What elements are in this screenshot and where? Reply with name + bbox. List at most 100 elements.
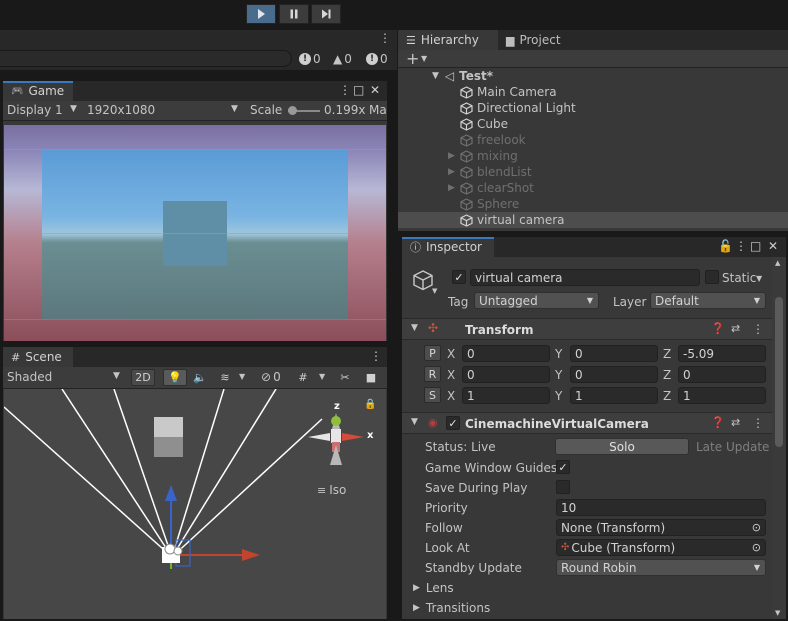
maximize-icon[interactable]: □ — [353, 83, 364, 97]
rotation-x-field[interactable]: 0 — [462, 366, 550, 383]
camera-settings[interactable]: ■ — [359, 369, 383, 386]
scene-root[interactable]: ▼ ◁ Test* — [398, 68, 788, 84]
priority-field[interactable]: 10 — [556, 499, 766, 516]
tab-hierarchy[interactable]: ☰ Hierarchy — [398, 30, 498, 50]
fold-right-icon[interactable]: ▶ — [448, 167, 460, 177]
more-icon[interactable]: ⋮ — [752, 322, 764, 336]
scale-z-field[interactable]: 1 — [678, 387, 766, 404]
fold-right-icon[interactable]: ▶ — [448, 183, 460, 193]
add-icon[interactable]: + — [406, 49, 419, 68]
game-window-guides-label: Game Window Guides — [425, 461, 558, 475]
active-checkbox[interactable]: ✓ — [452, 270, 466, 284]
solo-button[interactable]: Solo — [555, 438, 689, 455]
scrollbar-thumb[interactable] — [775, 297, 783, 447]
more-icon[interactable]: ⋮ — [379, 31, 391, 45]
rotation-y-field[interactable]: 0 — [570, 366, 658, 383]
shading-dropdown[interactable]: Shaded — [7, 370, 52, 384]
arrow-down-icon[interactable]: ▼ — [775, 609, 780, 617]
display-dropdown[interactable]: Display 1 — [7, 103, 63, 117]
hierarchy-item[interactable]: Sphere — [398, 196, 788, 212]
lighting-toggle[interactable]: 💡 — [163, 369, 187, 386]
preset-icon[interactable]: ⇄ — [731, 416, 740, 429]
hidden-objects-toggle[interactable]: ⊘ 0 — [261, 370, 281, 384]
transform-header[interactable]: ▼ ✣ Transform ❓ ⇄ ⋮ — [402, 318, 772, 340]
fold-right-icon[interactable]: ▶ — [448, 151, 460, 161]
game-viewport[interactable] — [4, 125, 386, 341]
help-icon[interactable]: ❓ — [711, 322, 725, 335]
projection-toggle[interactable]: ≡ Iso — [317, 483, 346, 497]
lock-icon[interactable]: 🔒 — [364, 399, 376, 410]
slider-handle[interactable] — [288, 106, 297, 115]
hierarchy-item[interactable]: ▶ clearShot — [398, 180, 788, 196]
more-icon[interactable]: ⋮ — [339, 83, 351, 97]
hierarchy-item[interactable]: freelook — [398, 132, 788, 148]
2d-toggle[interactable]: 2D — [131, 369, 155, 386]
maximize-icon[interactable]: □ — [750, 239, 761, 253]
tag-dropdown[interactable]: Untagged ▼ — [474, 292, 599, 309]
hierarchy-item[interactable]: Cube — [398, 116, 788, 132]
hierarchy-item[interactable]: ▶ mixing — [398, 148, 788, 164]
more-icon[interactable]: ⋮ — [735, 239, 747, 253]
more-icon[interactable]: ⋮ — [752, 416, 764, 430]
scale-reset-button[interactable]: S — [424, 387, 441, 403]
hierarchy-item[interactable]: Main Camera — [398, 84, 788, 100]
scale-y-field[interactable]: 1 — [570, 387, 658, 404]
preset-icon[interactable]: ⇄ — [731, 322, 740, 335]
cinemachine-icon: ◉ — [428, 416, 438, 429]
hierarchy-item[interactable]: ▶ blendList — [398, 164, 788, 180]
look-at-field[interactable]: ✣ Cube (Transform) ⊙ — [556, 539, 766, 556]
object-picker-icon[interactable]: ⊙ — [752, 521, 761, 534]
game-window-guides-checkbox[interactable]: ✓ — [556, 460, 570, 474]
error-count[interactable]: ! 0 — [299, 50, 321, 68]
scale-x-field[interactable]: 1 — [462, 387, 550, 404]
audio-toggle[interactable]: 🔈 — [189, 369, 211, 386]
more-icon[interactable]: ⋮ — [370, 349, 382, 363]
arrow-up-icon[interactable]: ▲ — [775, 259, 780, 267]
static-checkbox[interactable] — [705, 270, 719, 284]
pause-button[interactable] — [279, 4, 309, 24]
lock-icon[interactable]: 🔓 — [718, 239, 733, 253]
resolution-dropdown[interactable]: 1920x1080 — [87, 103, 155, 117]
follow-field[interactable]: None (Transform) ⊙ — [556, 519, 766, 536]
grid-toggle[interactable]: # — [293, 369, 313, 386]
rotation-z-field[interactable]: 0 — [678, 366, 766, 383]
position-x-field[interactable]: 0 — [462, 345, 550, 362]
hierarchy-item[interactable]: Directional Light — [398, 100, 788, 116]
effects-toggle[interactable]: ≋ — [214, 369, 236, 386]
standby-update-dropdown[interactable]: Round Robin ▼ — [556, 559, 766, 576]
save-during-play-checkbox[interactable] — [556, 480, 570, 494]
game-panel: 🎮 Game ⋮ □ ✕ Display 1 ▼ 1920x1080 ▼ Sca… — [2, 80, 388, 342]
tab-game[interactable]: 🎮 Game — [3, 81, 73, 101]
log-count[interactable]: ! 0 — [366, 50, 388, 68]
warning-count[interactable]: ▲ 0 — [333, 50, 352, 68]
play-button[interactable] — [246, 4, 276, 24]
close-icon[interactable]: ✕ — [768, 239, 778, 253]
step-button[interactable] — [311, 4, 341, 24]
tab-project[interactable]: ▆ Project — [498, 30, 578, 50]
transitions-foldout[interactable]: ▶ Transitions — [413, 601, 490, 615]
object-picker-icon[interactable]: ⊙ — [752, 541, 761, 554]
inspector-scrollbar[interactable]: ▲ ▼ — [772, 257, 786, 619]
rotation-reset-button[interactable]: R — [424, 366, 441, 382]
vcam-header[interactable]: ▼ ◉ ✓ CinemachineVirtualCamera ❓ ⇄ ⋮ — [402, 412, 772, 434]
chevron-down-icon: ▼ — [432, 287, 438, 295]
hierarchy-item[interactable]: virtual camera — [398, 212, 788, 228]
scene-viewport[interactable]: z x 🔒 ≡ Iso — [4, 389, 386, 619]
layer-dropdown[interactable]: Default ▼ — [650, 292, 766, 309]
help-icon[interactable]: ❓ — [711, 416, 725, 429]
tab-scene[interactable]: # Scene — [3, 347, 73, 367]
tools-toggle[interactable]: ✂ — [335, 369, 355, 386]
scale-slider[interactable] — [288, 106, 320, 115]
static-label[interactable]: Static — [722, 271, 756, 285]
tab-inspector[interactable]: ⓘ Inspector — [402, 237, 494, 257]
position-z-field[interactable]: -5.09 — [678, 345, 766, 362]
position-y-field[interactable]: 0 — [570, 345, 658, 362]
component-enabled-checkbox[interactable]: ✓ — [446, 416, 460, 430]
gameobject-cube-icon — [460, 181, 473, 195]
close-icon[interactable]: ✕ — [370, 83, 380, 97]
console-search-input[interactable] — [0, 50, 292, 67]
object-name-field[interactable]: virtual camera — [470, 269, 700, 286]
maximize-on-play[interactable]: Ma — [369, 103, 387, 117]
position-reset-button[interactable]: P — [424, 345, 441, 361]
lens-foldout[interactable]: ▶ Lens — [413, 581, 454, 595]
